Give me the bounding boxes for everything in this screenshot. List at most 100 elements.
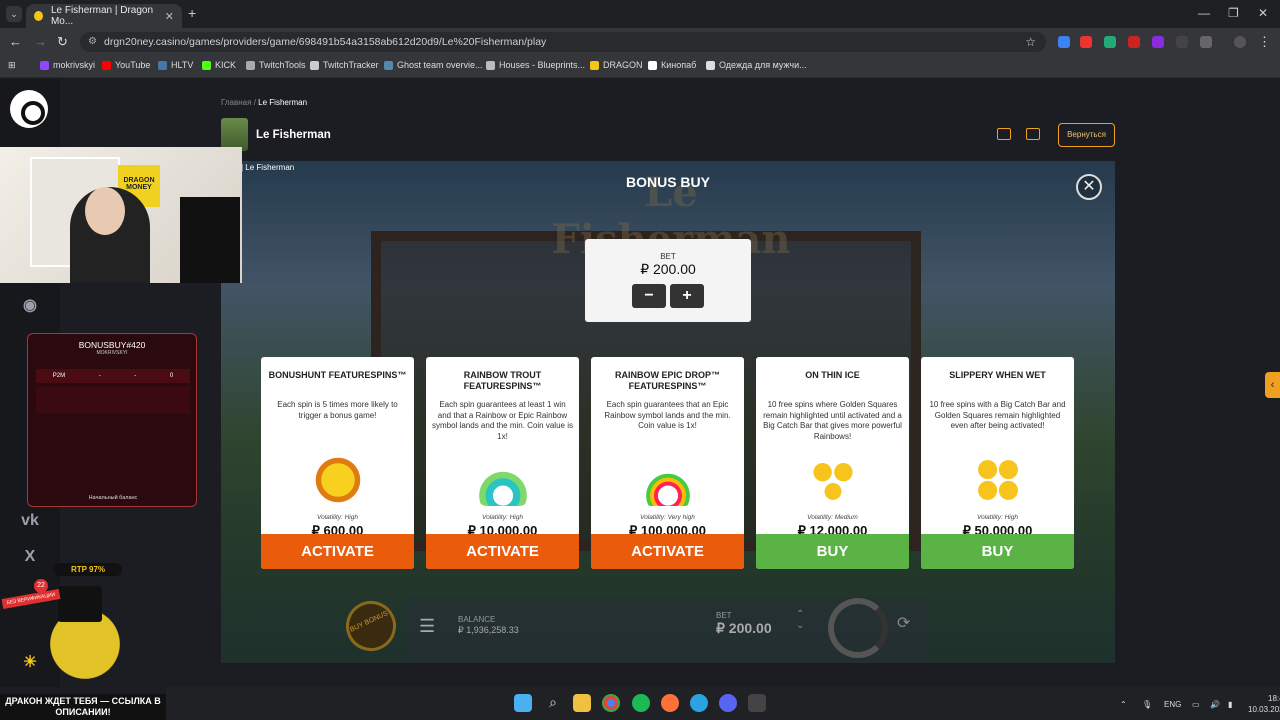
bookmark-item[interactable]: Кинопаб <box>648 60 696 70</box>
file-explorer-icon[interactable] <box>573 694 591 712</box>
network-icon[interactable]: ▭ <box>1192 700 1200 709</box>
extension-icon[interactable] <box>1128 36 1140 48</box>
forward-arrow-icon[interactable]: → <box>34 34 47 49</box>
webcam-overlay: DRAGON MONEY <box>0 147 242 283</box>
microphone-icon[interactable]: 🎙 <box>1142 700 1152 709</box>
bookmark-item[interactable]: TwitchTools <box>246 60 306 70</box>
decrease-bet-button[interactable]: − <box>632 284 666 308</box>
app-icon[interactable] <box>748 694 766 712</box>
buy-button[interactable]: BUY <box>921 534 1074 569</box>
menu-icon[interactable]: ☰ <box>419 616 435 637</box>
clock-date: 10.03.2026 <box>1248 705 1280 714</box>
card-description: Each spin is 5 times more likely to trig… <box>277 400 398 420</box>
site-logo[interactable] <box>10 90 48 128</box>
bet-label: BET <box>660 252 676 261</box>
reload-icon[interactable]: ↻ <box>57 34 68 50</box>
extension-icon[interactable] <box>1176 36 1188 48</box>
autoplay-icon[interactable]: ⟳ <box>897 613 910 633</box>
system-clock[interactable]: 18:47 10.03.2026 <box>1248 693 1280 715</box>
page-title: Le Fisherman <box>256 129 331 141</box>
rainbow-icon <box>476 454 529 506</box>
chevron-left-icon[interactable]: ‹ <box>1265 372 1280 398</box>
chrome-icon[interactable] <box>602 694 620 712</box>
tab-favicon-icon <box>34 11 43 21</box>
spotify-icon[interactable] <box>632 694 650 712</box>
apps-grid-icon[interactable]: ⊞ <box>8 60 16 71</box>
sidebar-icon[interactable]: ◉ <box>20 295 40 315</box>
profile-avatar[interactable] <box>1234 36 1246 48</box>
bonusbuy-widget: BONUSBUY#420 MOKRIVSKYI P2M - - 0 Началь… <box>27 333 197 507</box>
extension-icon[interactable] <box>1058 36 1070 48</box>
buy-button[interactable]: BUY <box>756 534 909 569</box>
promo-banner: ДРАКОН ЖДЕТ ТЕБЯ — ССЫЛКА В ОПИСАНИИ! <box>0 694 166 720</box>
close-window-icon[interactable]: ✕ <box>1258 6 1268 20</box>
mascot-hat <box>58 586 102 622</box>
game-crumb: | Le Fisherman <box>241 163 295 172</box>
spin-button[interactable] <box>828 598 888 658</box>
extension-icon[interactable] <box>1152 36 1164 48</box>
bookmark-item[interactable]: mokrivskyi <box>40 60 95 70</box>
balance-value: ₽ 1,936,258.33 <box>458 625 519 635</box>
vk-icon[interactable]: vk <box>20 512 40 532</box>
card-volatility: Volatility: Very high <box>640 514 695 521</box>
card-volatility: Volatility: High <box>482 514 523 521</box>
battery-icon[interactable]: ▮ <box>1228 700 1232 709</box>
language-indicator[interactable]: ENG <box>1164 700 1181 709</box>
activate-button[interactable]: ACTIVATE <box>261 534 414 569</box>
activate-button[interactable]: ACTIVATE <box>591 534 744 569</box>
bookmark-item[interactable]: TwitchTracker <box>310 60 379 70</box>
volume-icon[interactable]: 🔊 <box>1210 700 1220 709</box>
bookmark-item[interactable]: Одежда для мужчи... <box>706 60 807 70</box>
tab-search-button[interactable]: ⌄ <box>6 6 22 22</box>
firefox-icon[interactable] <box>661 694 679 712</box>
discord-icon[interactable] <box>719 694 737 712</box>
bookmark-item[interactable]: Houses - Blueprints... <box>486 60 585 70</box>
bonus-card: RAINBOW EPIC DROP™ FEATURESPINS™ Each sp… <box>591 357 744 569</box>
back-arrow-icon[interactable]: ← <box>9 34 22 49</box>
game-frame[interactable]: Le Fisherman | Le Fisherman BONUS BUY ✕ … <box>221 161 1115 663</box>
minimize-icon[interactable]: — <box>1198 6 1210 20</box>
bonusbuy-stats: P2M - - 0 <box>36 369 190 383</box>
bookmark-item[interactable]: Ghost team overvie... <box>384 60 483 70</box>
fullscreen-icon[interactable] <box>997 128 1011 140</box>
card-description: 10 free spins where Golden Squares remai… <box>763 400 902 441</box>
address-bar[interactable]: ⚙ drgn20ney.casino/games/providers/game/… <box>80 32 1046 52</box>
activate-button[interactable]: ACTIVATE <box>426 534 579 569</box>
theater-mode-icon[interactable] <box>1026 128 1040 140</box>
extensions-puzzle-icon[interactable] <box>1200 36 1212 48</box>
tab-close-icon[interactable]: ✕ <box>165 10 174 23</box>
extension-icon[interactable] <box>1080 36 1092 48</box>
bet-label: BET <box>716 611 732 620</box>
browser-tab[interactable]: Le Fisherman | Dragon Mo... ✕ <box>26 4 182 28</box>
extension-icon[interactable] <box>1104 36 1116 48</box>
new-tab-button[interactable]: + <box>188 5 196 21</box>
bonusbuy-list <box>36 386 190 414</box>
clock-time: 18:47 <box>1268 694 1280 703</box>
breadcrumb-home[interactable]: Главная <box>221 98 251 107</box>
maximize-icon[interactable]: ❐ <box>1228 6 1239 20</box>
bonusbuy-subtitle: MOKRIVSKYI <box>96 350 128 356</box>
telegram-icon[interactable] <box>690 694 708 712</box>
back-button[interactable]: Вернуться <box>1058 123 1115 147</box>
bookmark-item[interactable]: DRAGON <box>590 60 643 70</box>
tray-chevron-icon[interactable]: ⌃ <box>1120 700 1127 709</box>
bookmark-item[interactable]: KICK <box>202 60 236 70</box>
close-icon[interactable]: ✕ <box>1076 174 1102 200</box>
x-icon[interactable]: X <box>20 548 40 568</box>
card-description: Each spin guarantees at least 1 win and … <box>432 400 573 441</box>
rtp-badge: RTP 97% <box>54 563 122 576</box>
fs-quad-icon <box>971 454 1024 506</box>
bookmark-item[interactable]: HLTV <box>158 60 193 70</box>
search-icon[interactable]: ⌕ <box>544 694 562 712</box>
epic-rainbow-icon <box>641 454 694 506</box>
bookmark-star-icon[interactable]: ☆ <box>1025 32 1036 52</box>
start-icon[interactable] <box>514 694 532 712</box>
menu-dots-icon[interactable]: ⋮ <box>1258 34 1271 50</box>
card-description: Each spin guarantees that an Epic Rainbo… <box>604 400 731 430</box>
site-info-icon[interactable]: ⚙ <box>88 32 97 52</box>
bet-value: ₽ 200.00 <box>640 261 696 277</box>
bet-stepper-icon[interactable]: ⌃ ⌄ <box>796 609 804 631</box>
card-volatility: Volatility: Medium <box>807 514 858 521</box>
increase-bet-button[interactable]: + <box>670 284 704 308</box>
bookmark-item[interactable]: YouTube <box>102 60 150 70</box>
